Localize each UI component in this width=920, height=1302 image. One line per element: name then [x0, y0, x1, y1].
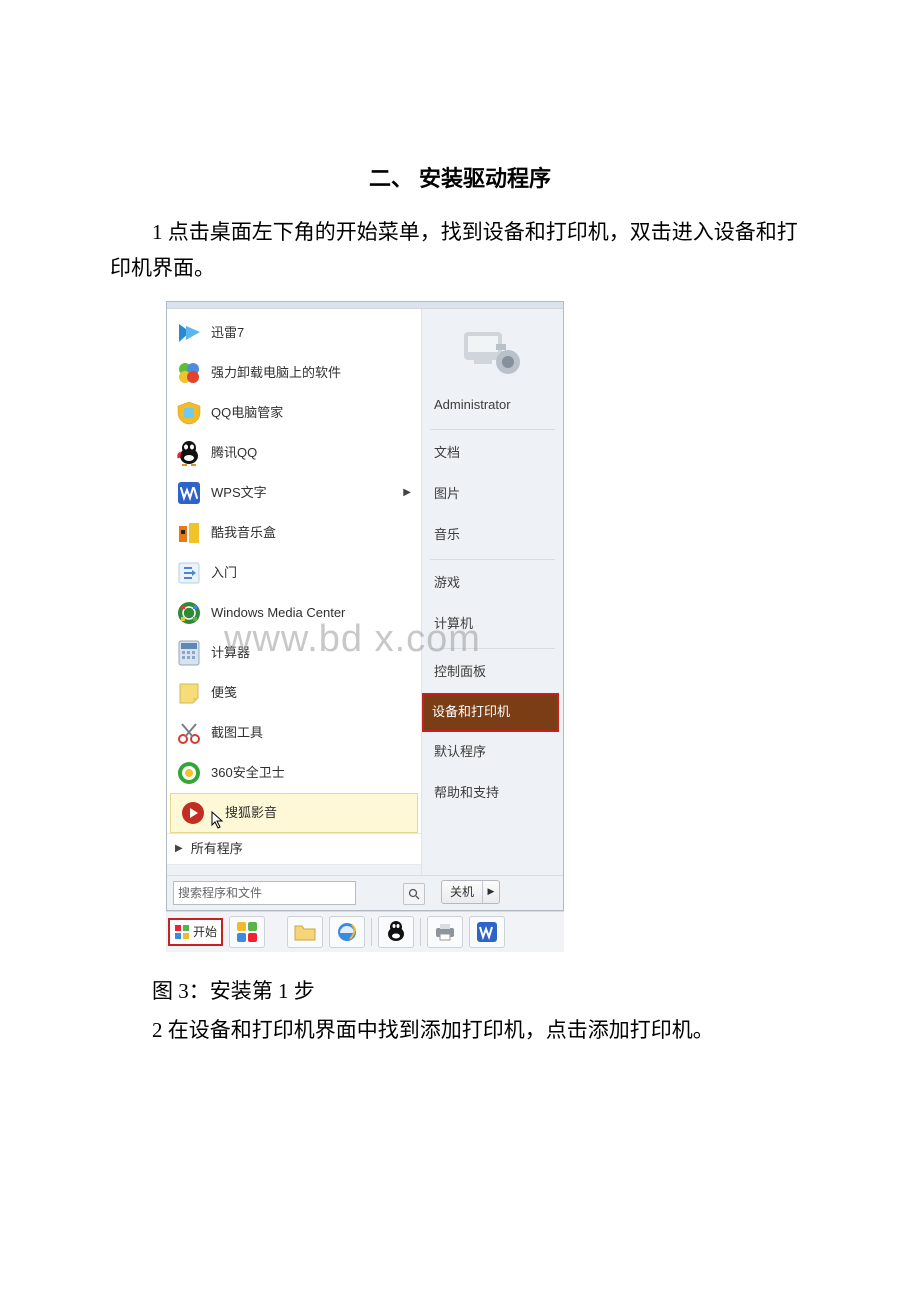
search-icon: [408, 888, 420, 900]
right-devices-printers-highlighted[interactable]: 设备和打印机: [422, 693, 559, 731]
shutdown-button[interactable]: 关机 ▶: [441, 880, 500, 904]
taskbar-qq[interactable]: [378, 916, 414, 948]
taskbar-ie[interactable]: [329, 916, 365, 948]
program-xunlei[interactable]: 迅雷7: [167, 313, 421, 353]
ie-icon: [336, 921, 358, 943]
right-documents[interactable]: 文档: [422, 433, 563, 474]
search-input[interactable]: [173, 881, 356, 905]
program-getting-started[interactable]: 入门: [167, 553, 421, 593]
folder-icon: [293, 922, 317, 942]
right-music[interactable]: 音乐: [422, 515, 563, 556]
qq-icon: [175, 439, 203, 467]
right-user[interactable]: Administrator: [422, 385, 563, 426]
360-icon: [175, 759, 203, 787]
program-label: Windows Media Center: [211, 602, 415, 624]
right-control-panel[interactable]: 控制面板: [422, 652, 563, 693]
program-wmc[interactable]: Windows Media Center: [167, 593, 421, 633]
program-label: WPS文字: [211, 482, 403, 504]
shutdown-label: 关机: [442, 881, 483, 903]
wps-icon: [476, 921, 498, 943]
program-label: 360安全卫士: [211, 762, 415, 784]
calculator-icon: [175, 639, 203, 667]
program-label: 酷我音乐盒: [211, 522, 415, 544]
right-default-programs[interactable]: 默认程序: [422, 732, 563, 773]
all-programs[interactable]: ▶ 所有程序: [167, 833, 421, 864]
wps-icon: [175, 479, 203, 507]
xunlei-icon: [175, 319, 203, 347]
clover-icon: [175, 359, 203, 387]
taskbar-wps[interactable]: [469, 916, 505, 948]
chevron-right-icon: ▶: [175, 840, 183, 857]
start-menu: 迅雷7 强力卸载电脑上的软件 QQ电: [166, 301, 564, 911]
qq-manager-icon: [175, 399, 203, 427]
sohu-icon: [179, 799, 207, 827]
taskbar: 开始: [166, 911, 564, 952]
program-snipping-tool[interactable]: 截图工具: [167, 713, 421, 753]
chevron-right-icon[interactable]: ▶: [483, 884, 499, 899]
right-games[interactable]: 游戏: [422, 563, 563, 604]
program-wps[interactable]: WPS文字 ▶: [167, 473, 421, 513]
cursor-icon: [211, 811, 225, 829]
program-label: 便笺: [211, 682, 415, 704]
all-programs-label: 所有程序: [191, 838, 243, 860]
program-kuwo[interactable]: 酷我音乐盒: [167, 513, 421, 553]
sticky-note-icon: [175, 679, 203, 707]
submenu-arrow-icon: ▶: [403, 484, 411, 501]
right-computer[interactable]: 计算机: [422, 604, 563, 645]
user-picture[interactable]: [459, 323, 527, 379]
program-360[interactable]: 360安全卫士: [167, 753, 421, 793]
program-label: 计算器: [211, 642, 415, 664]
taskbar-separator: [420, 918, 421, 946]
shutdown-row: 关机 ▶: [433, 876, 506, 908]
start-button-highlighted[interactable]: 开始: [168, 918, 223, 946]
program-qq-manager[interactable]: QQ电脑管家: [167, 393, 421, 433]
right-help-support[interactable]: 帮助和支持: [422, 773, 563, 814]
taskbar-separator: [371, 918, 372, 946]
taskbar-explorer[interactable]: [287, 916, 323, 948]
figure-caption: 图 3：安装第 1 步: [110, 974, 810, 1010]
wmc-icon: [175, 599, 203, 627]
taskbar-printer[interactable]: [427, 916, 463, 948]
scissors-icon: [175, 719, 203, 747]
program-sohu-highlighted[interactable]: 搜狐影音: [170, 793, 418, 833]
program-label: 迅雷7: [211, 322, 415, 344]
paragraph-2: 2 在设备和打印机界面中找到添加打印机，点击添加打印机。: [110, 1013, 810, 1049]
search-row: [167, 864, 421, 875]
start-menu-right-panel: Administrator 文档 图片 音乐 游戏 计算机 控制面板 设备和打印…: [422, 309, 563, 875]
search-button[interactable]: [403, 883, 425, 905]
kuwo-icon: [175, 519, 203, 547]
program-qq[interactable]: 腾讯QQ: [167, 433, 421, 473]
separator: [430, 559, 555, 560]
screenshot-start-menu: www.bd x.com 迅雷7: [166, 301, 564, 952]
separator: [430, 648, 555, 649]
printer-icon: [433, 922, 457, 942]
program-calculator[interactable]: 计算器: [167, 633, 421, 673]
start-label: 开始: [193, 922, 217, 942]
right-pictures[interactable]: 图片: [422, 474, 563, 515]
program-uninstall[interactable]: 强力卸载电脑上的软件: [167, 353, 421, 393]
windows-logo-icon: [174, 924, 190, 940]
program-label: 入门: [211, 562, 415, 584]
start-menu-left-panel: 迅雷7 强力卸载电脑上的软件 QQ电: [167, 309, 422, 875]
search-box: [173, 881, 427, 905]
section-heading: 二、 安装驱动程序: [110, 160, 810, 197]
tiles-icon: [236, 921, 258, 943]
qq-icon: [386, 920, 406, 944]
program-label: 强力卸载电脑上的软件: [211, 362, 415, 384]
arrow-right-icon: [175, 559, 203, 587]
program-label: 搜狐影音: [225, 802, 411, 824]
separator: [430, 429, 555, 430]
program-label: QQ电脑管家: [211, 402, 415, 424]
program-sticky-notes[interactable]: 便笺: [167, 673, 421, 713]
paragraph-1: 1 点击桌面左下角的开始菜单，找到设备和打印机，双击进入设备和打印机界面。: [110, 215, 810, 286]
taskbar-tiles[interactable]: [229, 916, 265, 948]
program-label: 腾讯QQ: [211, 442, 415, 464]
program-label: 截图工具: [211, 722, 415, 744]
